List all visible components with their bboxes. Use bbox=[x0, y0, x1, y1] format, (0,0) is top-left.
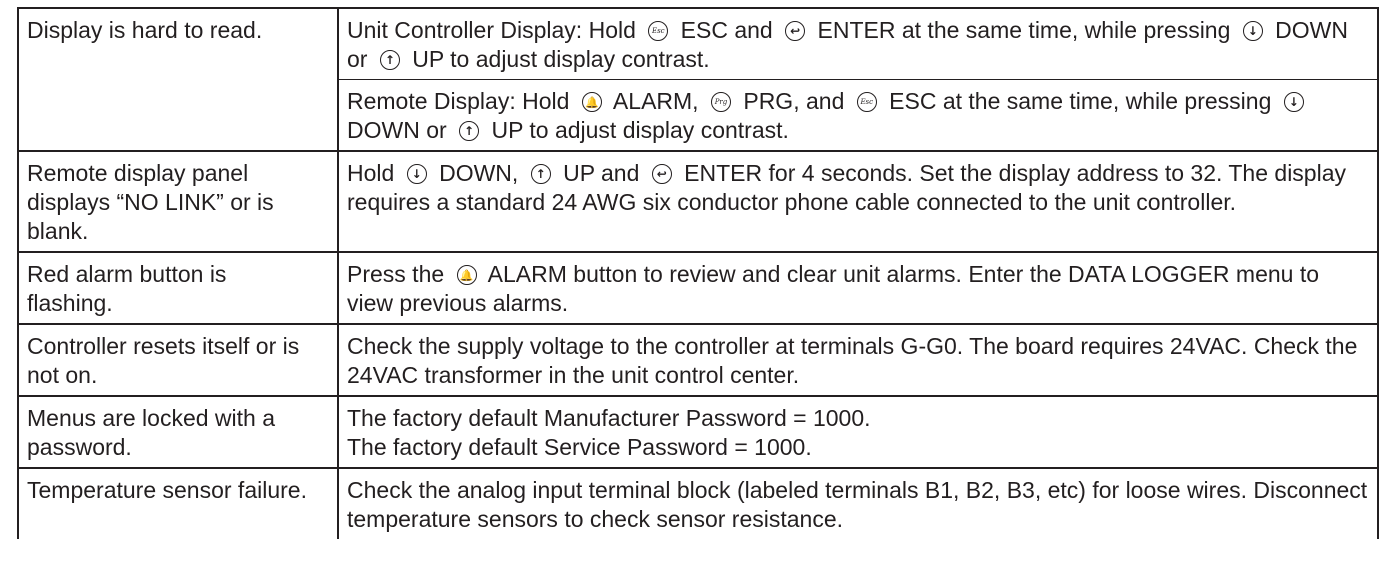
problem-text: Menus are locked with a password. bbox=[27, 405, 276, 460]
table-row: Remote display panel displays “NO LINK” … bbox=[17, 150, 1379, 253]
solution-text: DOWN, bbox=[432, 160, 525, 186]
solution-text: UP to adjust display contrast. bbox=[405, 46, 710, 72]
problem-text: Display is hard to read. bbox=[27, 17, 263, 43]
solution-text: Unit Controller Display: Hold bbox=[347, 17, 643, 43]
solution-text: ENTER at the same time, while pressing bbox=[811, 17, 1237, 43]
problem-cell: Menus are locked with a password. bbox=[17, 395, 339, 469]
solution-text: Hold bbox=[347, 160, 401, 186]
alarm-bell-icon: 🔔 bbox=[456, 265, 477, 285]
solution-cell: Check the analog input terminal block (l… bbox=[337, 467, 1379, 539]
down-arrow-key-icon: ↓ bbox=[1283, 92, 1304, 112]
down-arrow-key-icon: ↓ bbox=[1242, 21, 1263, 41]
solution-text: ALARM button to review and clear unit al… bbox=[347, 261, 1320, 316]
solution-text: ESC and bbox=[674, 17, 780, 43]
up-arrow-key-icon: ↑ bbox=[379, 50, 400, 70]
solution-cell: Check the supply voltage to the controll… bbox=[337, 323, 1379, 397]
problem-cell: Temperature sensor failure. bbox=[17, 467, 339, 539]
down-arrow-key-icon: ↓ bbox=[406, 164, 427, 184]
solution-text: Remote Display: Hold bbox=[347, 88, 576, 114]
solution-cell: Press the 🔔 ALARM button to review and c… bbox=[337, 251, 1379, 325]
solution-text: DOWN or bbox=[347, 117, 454, 143]
solution-text: The factory default Service Password = 1… bbox=[347, 434, 812, 460]
problem-cell: Remote display panel displays “NO LINK” … bbox=[17, 150, 339, 253]
solution-text: Check the analog input terminal block (l… bbox=[347, 477, 1368, 532]
problem-text: Red alarm button is flashing. bbox=[27, 261, 227, 316]
enter-key-icon: ↩ bbox=[651, 164, 672, 184]
problem-cell: Controller resets itself or is not on. bbox=[17, 323, 339, 397]
solution-cell: Unit Controller Display: Hold Esc ESC an… bbox=[337, 7, 1379, 152]
table-row: Controller resets itself or is not on. C… bbox=[17, 323, 1379, 397]
solution-text: PRG, and bbox=[736, 88, 851, 114]
alarm-bell-icon: 🔔 bbox=[581, 92, 602, 112]
problem-cell: Display is hard to read. bbox=[17, 7, 339, 152]
enter-key-icon: ↩ bbox=[785, 21, 806, 41]
up-arrow-key-icon: ↑ bbox=[459, 121, 480, 141]
solution-text: ESC at the same time, while pressing bbox=[882, 88, 1278, 114]
table-row: Menus are locked with a password. The fa… bbox=[17, 395, 1379, 469]
solution-paragraph: Remote Display: Hold 🔔 ALARM, Prg PRG, a… bbox=[339, 79, 1377, 150]
prg-key-icon: Prg bbox=[710, 92, 731, 112]
solution-paragraph: Unit Controller Display: Hold Esc ESC an… bbox=[347, 9, 1369, 79]
up-arrow-key-icon: ↑ bbox=[530, 164, 551, 184]
solution-text: The factory default Manufacturer Passwor… bbox=[347, 405, 871, 431]
solution-text: Check the supply voltage to the controll… bbox=[347, 333, 1358, 388]
solution-text: UP to adjust display contrast. bbox=[485, 117, 789, 143]
esc-key-icon: Esc bbox=[648, 21, 669, 41]
problem-text: Temperature sensor failure. bbox=[27, 477, 307, 503]
table-row: Red alarm button is flashing. Press the … bbox=[17, 251, 1379, 325]
solution-paragraph: The factory default Manufacturer Passwor… bbox=[347, 397, 1369, 467]
troubleshooting-table: Display is hard to read. Unit Controller… bbox=[17, 7, 1379, 539]
table-row: Temperature sensor failure. Check the an… bbox=[17, 467, 1379, 539]
table-row: Display is hard to read. Unit Controller… bbox=[17, 7, 1379, 152]
solution-paragraph: Press the 🔔 ALARM button to review and c… bbox=[347, 253, 1369, 323]
problem-text: Remote display panel displays “NO LINK” … bbox=[27, 160, 274, 244]
esc-key-icon: Esc bbox=[856, 92, 877, 112]
solution-text: Press the bbox=[347, 261, 451, 287]
problem-text: Controller resets itself or is not on. bbox=[27, 333, 300, 388]
solution-paragraph: Hold ↓ DOWN, ↑ UP and ↩ ENTER for 4 seco… bbox=[347, 152, 1369, 222]
solution-text: ALARM, bbox=[607, 88, 705, 114]
solution-text: UP and bbox=[556, 160, 646, 186]
solution-cell: The factory default Manufacturer Passwor… bbox=[337, 395, 1379, 469]
solution-cell: Hold ↓ DOWN, ↑ UP and ↩ ENTER for 4 seco… bbox=[337, 150, 1379, 253]
problem-cell: Red alarm button is flashing. bbox=[17, 251, 339, 325]
